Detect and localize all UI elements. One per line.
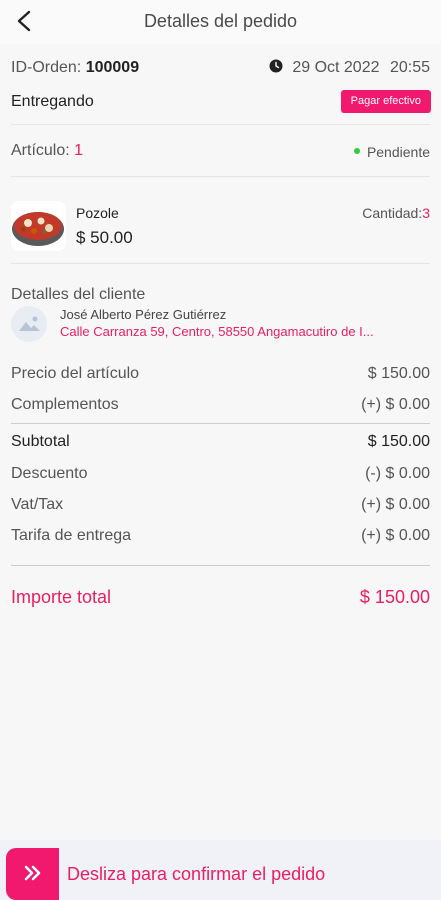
image-placeholder-icon xyxy=(19,316,40,331)
divider xyxy=(11,176,430,177)
double-chevron-right-icon xyxy=(24,865,41,881)
order-date: 29 Oct 2022 xyxy=(292,59,380,76)
divider xyxy=(11,423,430,424)
customer-address[interactable]: Calle Carranza 59, Centro, 58550 Angamac… xyxy=(60,324,432,339)
delivery-fee-value: (+) $ 0.00 xyxy=(361,527,430,544)
status-dot-icon xyxy=(353,148,360,155)
payment-badge: Pagar efectivo xyxy=(340,90,431,113)
page-title: Detalles del pedido xyxy=(143,11,298,31)
quantity-label: Cantidad: xyxy=(362,205,423,221)
product-name: Pozole xyxy=(76,205,119,221)
addons-value: (+) $ 0.00 xyxy=(361,396,430,413)
order-id-label: ID-Orden: xyxy=(11,59,82,76)
swipe-handle[interactable] xyxy=(6,848,59,900)
customer-section-title: Detalles del cliente xyxy=(11,286,146,303)
avatar xyxy=(11,306,47,342)
clock-icon xyxy=(269,59,283,73)
product-image xyxy=(11,201,66,251)
item-price-value: $ 150.00 xyxy=(367,365,430,382)
divider xyxy=(11,565,430,566)
item-status: Pendiente xyxy=(353,144,430,160)
quantity-value: 3 xyxy=(422,205,430,221)
tax-value: (+) $ 0.00 xyxy=(361,496,430,513)
pozole-image-icon xyxy=(11,201,66,251)
item-count-value: 1 xyxy=(74,142,84,159)
order-time: 20:55 xyxy=(389,59,430,76)
header-bar: Detalles del pedido xyxy=(0,0,441,44)
swipe-confirm-text: Desliza para confirmar el pedido xyxy=(67,864,326,884)
divider xyxy=(11,124,430,125)
product-quantity: Cantidad:3 xyxy=(362,205,430,221)
discount-value: (-) $ 0.00 xyxy=(365,465,430,482)
order-datetime: 29 Oct 2022 20:55 xyxy=(269,59,430,77)
order-id-value: 100009 xyxy=(85,59,140,76)
item-status-text: Pendiente xyxy=(366,144,430,160)
product-price: $ 50.00 xyxy=(76,228,133,247)
customer-name: José Alberto Pérez Gutiérrez xyxy=(60,307,227,322)
divider xyxy=(11,263,430,264)
item-count-label: Artículo: xyxy=(11,142,70,159)
subtotal-value: $ 150.00 xyxy=(367,433,430,450)
total-value: $ 150.00 xyxy=(359,587,430,607)
